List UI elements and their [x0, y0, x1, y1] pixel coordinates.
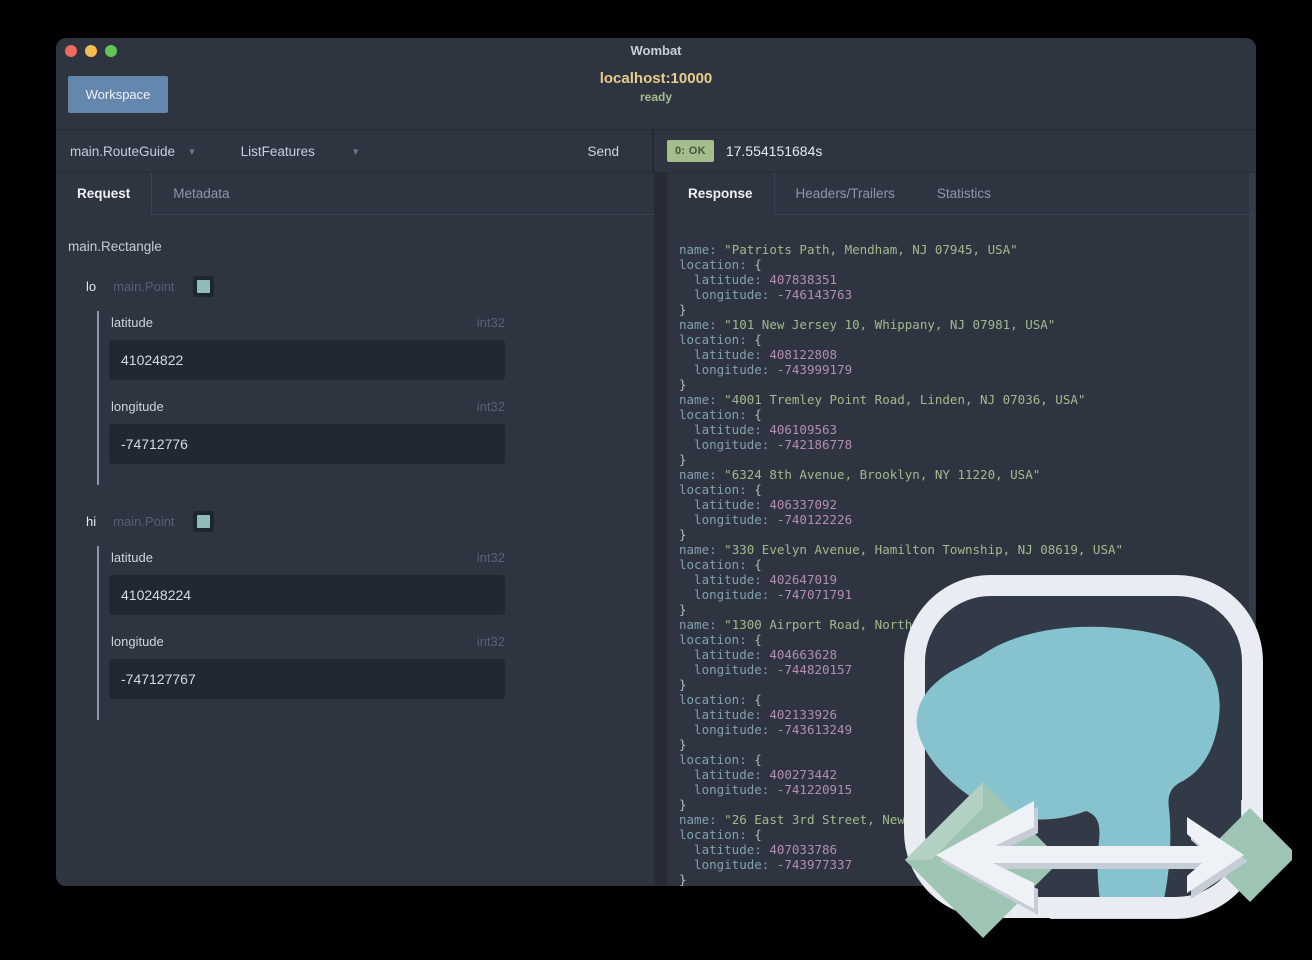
- scalar-field-hi-latitude: latitude int32: [109, 550, 505, 615]
- field-type: main.Point: [113, 279, 175, 294]
- longitude-input[interactable]: [109, 424, 505, 464]
- response-line: longitude: -743999179: [679, 362, 853, 377]
- duration-label: 17.554151684s: [725, 143, 823, 159]
- field-group-lo: latitude int32 longitude int32: [97, 311, 642, 485]
- field-group-hi: latitude int32 longitude int32: [97, 546, 642, 720]
- service-select[interactable]: main.RouteGuide ▾: [70, 144, 195, 159]
- panel-divider[interactable]: [654, 173, 667, 886]
- scalar-label: longitude: [111, 399, 164, 414]
- request-toolbar: main.RouteGuide ▾ ListFeatures ▾ Send: [56, 130, 654, 172]
- latitude-input[interactable]: [109, 575, 505, 615]
- response-line: location: {: [679, 407, 762, 422]
- send-button[interactable]: Send: [587, 144, 619, 159]
- wombat-logo: [904, 575, 1292, 938]
- response-line: latitude: 406109563: [679, 422, 838, 437]
- scalar-field-lo-longitude: longitude int32: [109, 399, 505, 464]
- tab-statistics[interactable]: Statistics: [916, 173, 1012, 214]
- response-line: latitude: 408122808: [679, 347, 838, 362]
- response-line: name: "4001 Tremley Point Road, Linden, …: [679, 392, 1086, 407]
- chevron-down-icon: ▾: [352, 145, 359, 158]
- response-line: }: [679, 302, 687, 317]
- message-type-label: main.Rectangle: [68, 239, 162, 254]
- tab-request[interactable]: Request: [56, 173, 153, 215]
- latitude-input[interactable]: [109, 340, 505, 380]
- server-address: localhost:10000: [599, 70, 713, 87]
- scalar-field-hi-longitude: longitude int32: [109, 634, 505, 699]
- request-tabs: Request Metadata: [56, 173, 654, 215]
- response-line: }: [679, 527, 687, 542]
- method-select-value: ListFeatures: [240, 143, 315, 159]
- response-line: longitude: -742186778: [679, 437, 853, 452]
- service-select-value: main.RouteGuide: [70, 143, 176, 159]
- tab-response[interactable]: Response: [667, 173, 775, 215]
- request-form: main.Rectangle lo main.Point latitude int32…: [56, 215, 654, 746]
- response-line: name: "330 Evelyn Avenue, Hamilton Towns…: [679, 542, 1124, 557]
- response-line: latitude: 406337092: [679, 497, 838, 512]
- connection-status: localhost:10000 ready: [56, 70, 1256, 104]
- response-line: location: {: [679, 482, 762, 497]
- scalar-type: int32: [476, 399, 505, 414]
- response-tabs: Response Headers/Trailers Statistics: [667, 173, 1256, 215]
- method-select[interactable]: ListFeatures ▾: [241, 144, 359, 159]
- request-panel: Request Metadata main.Rectangle lo main.Po…: [56, 173, 654, 886]
- scalar-type: int32: [476, 315, 505, 330]
- toolbar: main.RouteGuide ▾ ListFeatures ▾ Send 0:…: [56, 130, 1256, 173]
- scalar-label: latitude: [111, 550, 153, 565]
- longitude-input[interactable]: [109, 659, 505, 699]
- message-field-lo: lo main.Point: [86, 276, 642, 297]
- checkbox-checked-icon: [196, 515, 210, 528]
- message-field-hi: hi main.Point: [86, 511, 642, 532]
- response-line: latitude: 407838351: [679, 272, 838, 287]
- titlebar: Wombat: [56, 38, 1256, 64]
- scalar-field-lo-latitude: latitude int32: [109, 315, 505, 380]
- scalar-type: int32: [476, 634, 505, 649]
- field-name: lo: [86, 279, 97, 294]
- response-line: }: [679, 377, 687, 392]
- response-line: location: {: [679, 332, 762, 347]
- scalar-type: int32: [476, 550, 505, 565]
- field-type: main.Point: [113, 514, 175, 529]
- status-badge: 0: OK: [667, 140, 714, 162]
- header: Workspace localhost:10000 ready: [56, 64, 1256, 130]
- scalar-label: longitude: [111, 634, 164, 649]
- tab-metadata[interactable]: Metadata: [152, 173, 250, 214]
- field-checkbox[interactable]: [192, 511, 214, 532]
- response-line: }: [679, 452, 687, 467]
- tab-headers-trailers[interactable]: Headers/Trailers: [775, 173, 916, 214]
- window-title: Wombat: [630, 43, 682, 58]
- response-line: longitude: -740122226: [679, 512, 853, 527]
- server-status: ready: [639, 90, 673, 104]
- response-line: location: {: [679, 257, 762, 272]
- scalar-label: latitude: [111, 315, 153, 330]
- response-toolbar: 0: OK 17.554151684s: [654, 130, 1256, 172]
- field-checkbox[interactable]: [192, 276, 214, 297]
- checkbox-checked-icon: [196, 280, 210, 293]
- response-line: name: "6324 8th Avenue, Brooklyn, NY 112…: [679, 467, 1041, 482]
- chevron-down-icon: ▾: [189, 145, 195, 158]
- response-line: longitude: -746143763: [679, 287, 853, 302]
- field-name: hi: [86, 514, 97, 529]
- response-line: name: "Patriots Path, Mendham, NJ 07945,…: [679, 242, 1018, 257]
- response-line: name: "101 New Jersey 10, Whippany, NJ 0…: [679, 317, 1056, 332]
